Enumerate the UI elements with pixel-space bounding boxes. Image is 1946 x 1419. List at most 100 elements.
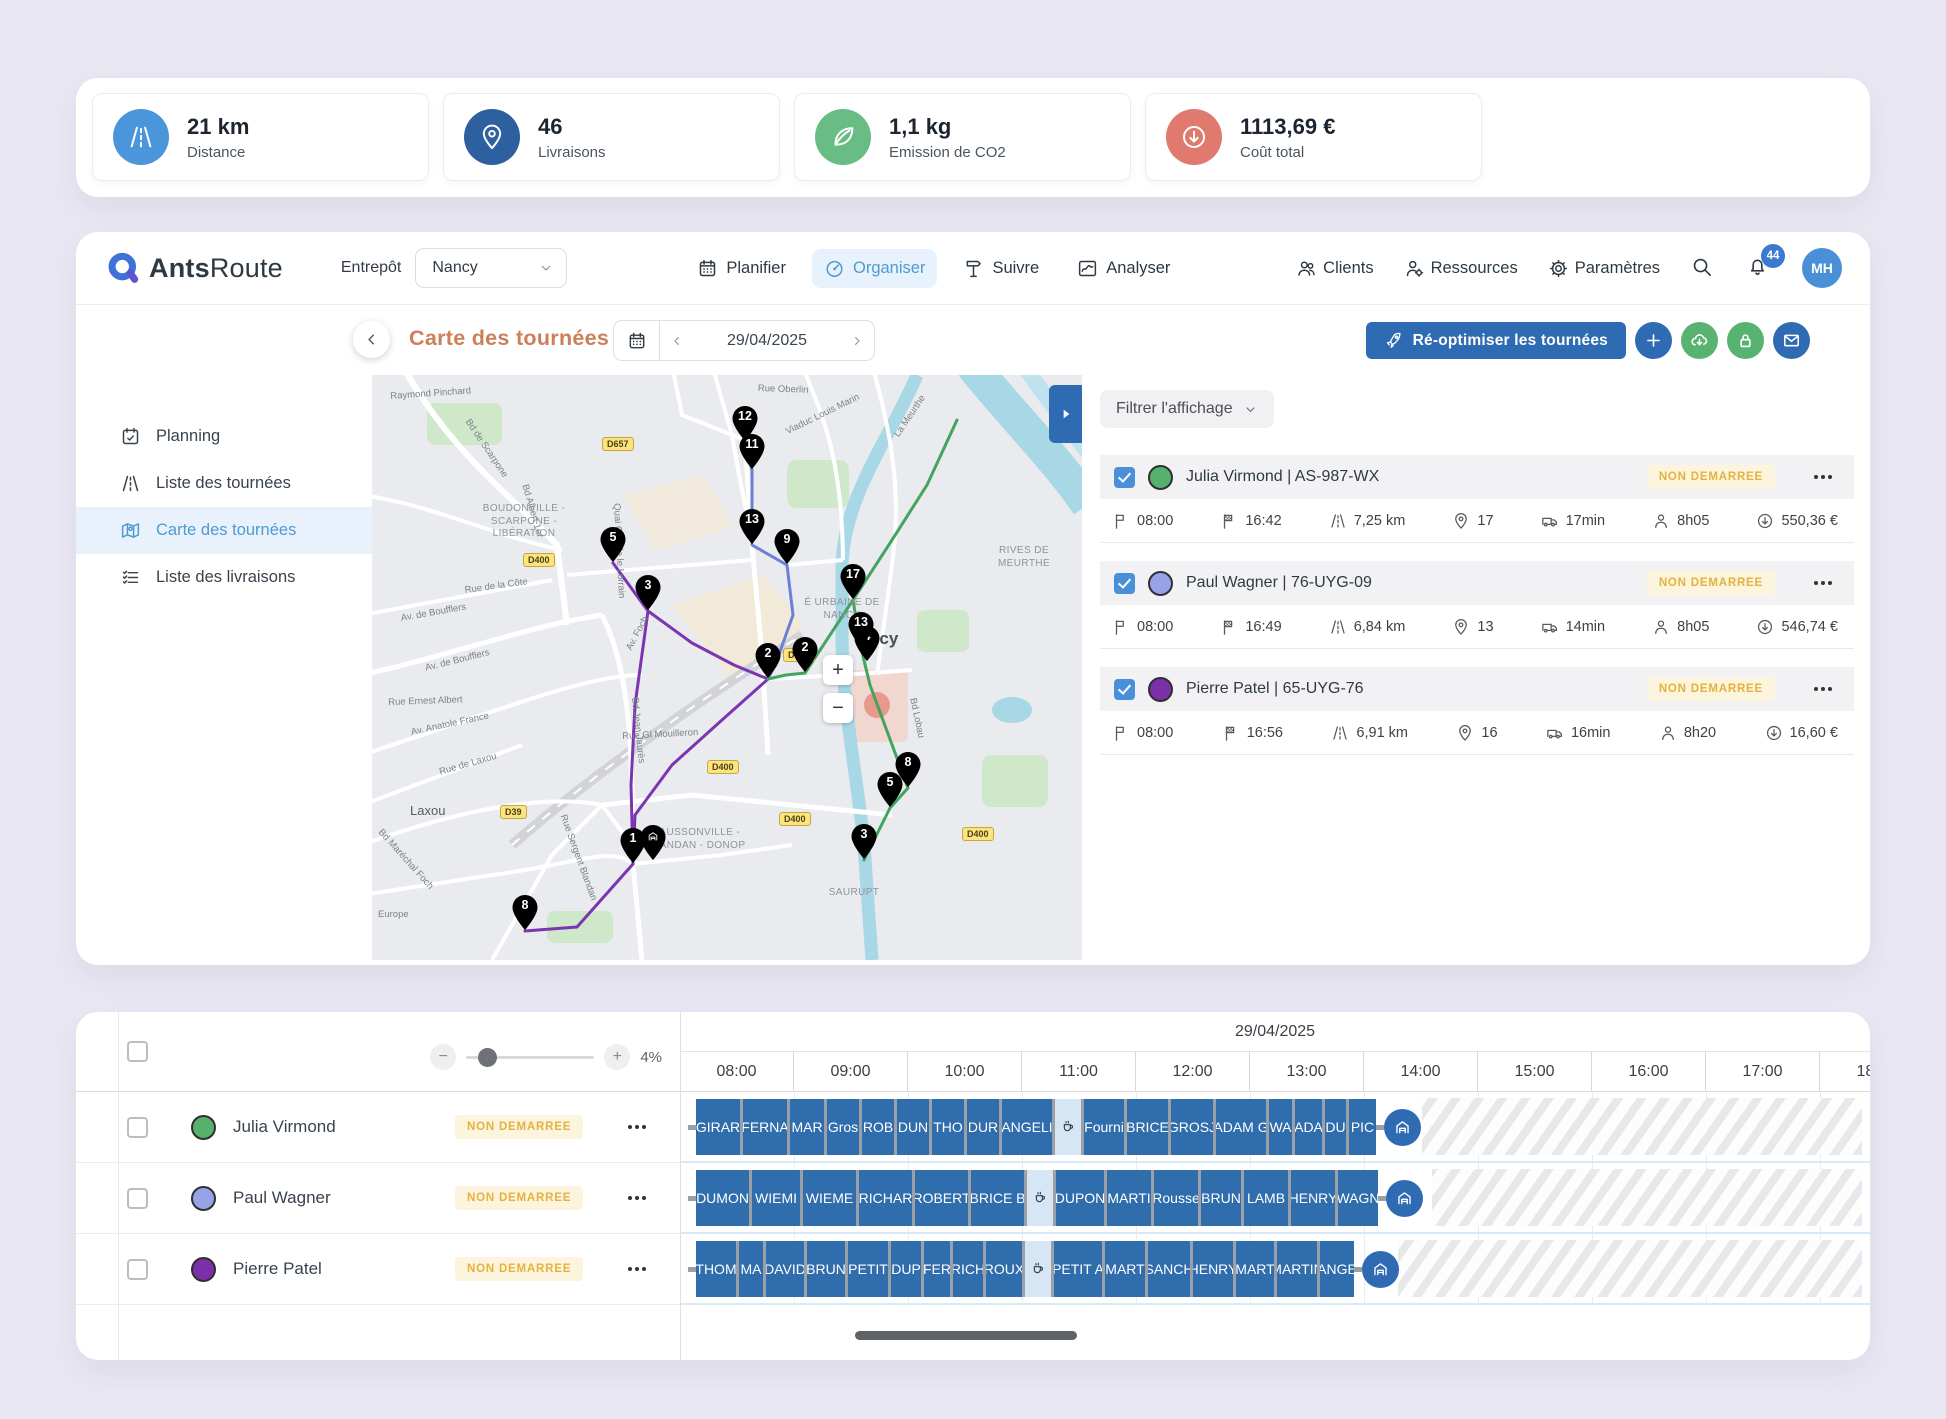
zoom-out-button[interactable]: − [430, 1044, 456, 1070]
zoom-slider-knob[interactable] [478, 1048, 497, 1067]
lock-button[interactable] [1727, 322, 1764, 359]
stop-block[interactable]: MA [739, 1241, 763, 1297]
stop-block[interactable]: Gros [827, 1099, 859, 1155]
more-options-icon[interactable] [1814, 687, 1832, 691]
map-stop-marker[interactable]: 1 [620, 827, 647, 864]
stop-block[interactable]: HENRY [1193, 1241, 1233, 1297]
map-stop-marker[interactable]: 8 [512, 894, 539, 931]
nav-planifier[interactable]: Planifier [685, 249, 798, 288]
stop-block[interactable]: HENRY [1291, 1170, 1335, 1226]
stop-block[interactable]: ROUX [986, 1241, 1022, 1297]
return-depot-icon[interactable] [1386, 1180, 1423, 1217]
route-checkbox[interactable] [1114, 467, 1135, 488]
stop-block[interactable]: BRUN [807, 1241, 845, 1297]
stop-block[interactable]: DUN [897, 1099, 929, 1155]
stop-block[interactable]: DU [1325, 1099, 1346, 1155]
zoom-out-button[interactable]: − [823, 693, 853, 723]
stop-block[interactable]: WIEMI [752, 1170, 800, 1226]
more-options-icon[interactable] [628, 1267, 646, 1271]
stop-block[interactable]: BRUN [1201, 1170, 1241, 1226]
stop-block[interactable]: ROB [862, 1099, 894, 1155]
stop-block[interactable]: SANCH [1148, 1241, 1190, 1297]
stop-block[interactable]: WAGN [1338, 1170, 1378, 1226]
avatar[interactable]: MH [1802, 248, 1842, 288]
horizontal-scrollbar[interactable] [855, 1331, 1077, 1340]
collapse-sidebar-button[interactable] [353, 321, 390, 358]
stop-block[interactable]: DUP [891, 1241, 921, 1297]
zoom-in-button[interactable]: + [604, 1044, 630, 1070]
select-all-checkbox[interactable] [127, 1041, 148, 1062]
map-stop-marker[interactable]: 17 [840, 563, 867, 600]
row-checkbox[interactable] [127, 1117, 148, 1138]
calendar-button[interactable] [614, 321, 660, 360]
stop-block[interactable]: MARTI [1107, 1170, 1151, 1226]
map-stop-marker[interactable]: 12 [732, 405, 759, 442]
stop-block[interactable]: DUR [967, 1099, 999, 1155]
stop-block[interactable]: MARTIN [1277, 1241, 1317, 1297]
map-stop-marker[interactable]: 3 [635, 574, 662, 611]
stop-block[interactable]: BRICE B [971, 1170, 1024, 1226]
next-day-button[interactable] [840, 321, 874, 360]
stop-block[interactable]: FER [924, 1241, 950, 1297]
map-stop-marker[interactable]: 13 [739, 508, 766, 545]
stop-block[interactable]: ROBERT [915, 1170, 968, 1226]
stop-block[interactable]: MART [1105, 1241, 1145, 1297]
reoptimize-button[interactable]: Ré-optimiser les tournées [1366, 322, 1626, 359]
stop-block[interactable]: PETIT A [1054, 1241, 1102, 1297]
nav-analyser[interactable]: Analyser [1065, 249, 1182, 288]
stop-block[interactable] [1055, 1099, 1081, 1155]
warehouse-select[interactable]: Nancy [415, 248, 567, 288]
more-options-icon[interactable] [628, 1125, 646, 1129]
export-button[interactable] [1681, 322, 1718, 359]
stop-block[interactable]: ANGE [1320, 1241, 1354, 1297]
nav-ressources[interactable]: Ressources [1404, 258, 1518, 279]
stop-block[interactable] [1027, 1170, 1053, 1226]
nav-clients[interactable]: Clients [1296, 258, 1373, 279]
brand-logo[interactable]: AntsRoute [106, 251, 283, 285]
stop-block[interactable]: Fourni [1084, 1099, 1124, 1155]
return-depot-icon[interactable] [1362, 1251, 1399, 1288]
row-checkbox[interactable] [127, 1188, 148, 1209]
nav-parametres[interactable]: Paramètres [1548, 258, 1660, 279]
stop-block[interactable]: Rousse [1154, 1170, 1198, 1226]
notifications-button[interactable]: 44 [1746, 255, 1772, 281]
stop-block[interactable]: DAVID [766, 1241, 804, 1297]
map-stop-marker[interactable]: 5 [877, 771, 904, 808]
sidebar-item-liste-tournees[interactable]: Liste des tournées [76, 460, 372, 507]
stop-block[interactable]: RICH [953, 1241, 983, 1297]
stop-block[interactable]: DUMON [696, 1170, 749, 1226]
stop-block[interactable]: BRICE [1127, 1099, 1168, 1155]
stop-block[interactable]: ADA [1295, 1099, 1322, 1155]
stop-block[interactable]: MAR [790, 1099, 824, 1155]
stop-block[interactable]: ANGELI [1002, 1099, 1052, 1155]
return-depot-icon[interactable] [1384, 1109, 1421, 1146]
row-checkbox[interactable] [127, 1259, 148, 1280]
more-options-icon[interactable] [1814, 581, 1832, 585]
filter-display-button[interactable]: Filtrer l'affichage [1100, 390, 1274, 428]
stop-block[interactable] [1025, 1241, 1051, 1297]
stop-block[interactable]: DUPON [1056, 1170, 1104, 1226]
nav-suivre[interactable]: Suivre [951, 249, 1051, 288]
add-button[interactable] [1635, 322, 1672, 359]
sidebar-item-planning[interactable]: Planning [76, 413, 372, 460]
previous-day-button[interactable] [660, 321, 694, 360]
stop-block[interactable]: MART [1236, 1241, 1274, 1297]
more-options-icon[interactable] [1814, 475, 1832, 479]
stop-block[interactable]: GIRAR [696, 1099, 740, 1155]
stop-block[interactable]: RICHAR [859, 1170, 912, 1226]
map-stop-marker[interactable]: 5 [600, 526, 627, 563]
stop-block[interactable]: LAMB [1244, 1170, 1288, 1226]
zoom-in-button[interactable]: + [823, 655, 853, 685]
stop-block[interactable]: FERNA [743, 1099, 787, 1155]
stop-block[interactable]: GROSJ [1171, 1099, 1213, 1155]
map-viewport[interactable]: Raymond Pinchard Bd de Scarpone Rue Ober… [372, 375, 1082, 960]
stop-block[interactable]: ADAM G [1216, 1099, 1266, 1155]
stop-block[interactable]: WIEME [803, 1170, 856, 1226]
sidebar-item-liste-livraisons[interactable]: Liste des livraisons [76, 554, 372, 601]
nav-organiser[interactable]: Organiser [812, 249, 937, 288]
map-stop-marker[interactable]: 2 [792, 636, 819, 673]
current-date[interactable]: 29/04/2025 [694, 321, 840, 360]
route-checkbox[interactable] [1114, 573, 1135, 594]
map-stop-marker[interactable]: 2 [755, 642, 782, 679]
route-checkbox[interactable] [1114, 679, 1135, 700]
